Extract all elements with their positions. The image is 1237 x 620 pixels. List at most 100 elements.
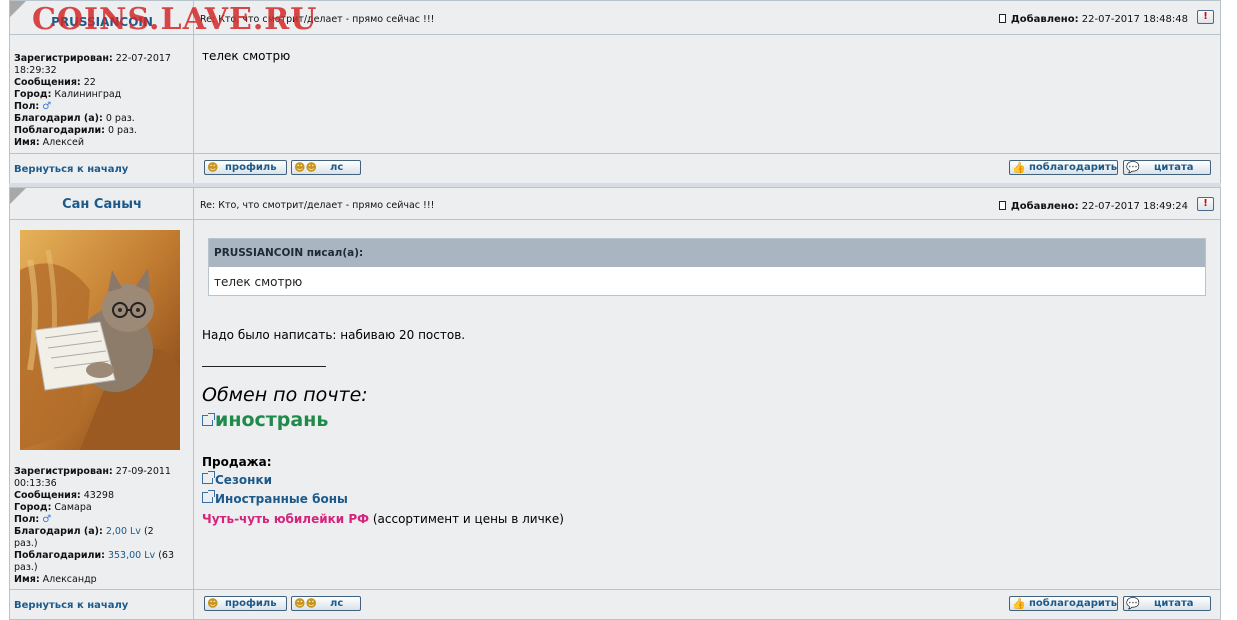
post-footer: Вернуться к началу ☻ профиль ☻☻ лс 👍 поб… — [10, 589, 1220, 619]
report-button[interactable]: ! — [1197, 10, 1214, 24]
seasons-label: Сезонки — [215, 473, 273, 487]
cat-reading-avatar-image — [20, 230, 180, 450]
thanked-value: 0 раз. — [105, 113, 135, 124]
external-link-icon — [202, 413, 215, 426]
footer-left: Вернуться к началу — [10, 154, 194, 183]
city-label: Город: — [14, 502, 52, 513]
registered-label: Зарегистрирован: — [14, 53, 113, 64]
thanked-count-suffix: раз.) — [14, 538, 38, 549]
city-value: Самара — [54, 502, 92, 513]
site-watermark: COINS.LAVE.RU — [32, 2, 318, 37]
city-label: Город: — [14, 89, 52, 100]
added-label: Добавлено: — [1010, 14, 1079, 25]
user-icon: ☻ — [207, 597, 219, 610]
quote-button[interactable]: 💬 цитата — [1123, 596, 1211, 611]
signature-sale-heading: Продажа: — [202, 455, 272, 469]
thank-button[interactable]: 👍 поблагодарить — [1009, 596, 1118, 611]
was-thanked-value: 0 раз. — [107, 125, 137, 136]
pm-button[interactable]: ☻☻ лс — [291, 596, 361, 611]
user-info-column: Зарегистрирован: 22-07-2017 18:29:32 Соо… — [10, 35, 194, 154]
thanked-label: Благодарил (а): — [14, 113, 103, 124]
external-link-icon — [202, 471, 215, 484]
messages-label: Сообщения: — [14, 490, 81, 501]
thank-label: поблагодарить — [1029, 162, 1118, 173]
foreign-banknotes-link[interactable]: Иностранные боны — [202, 490, 348, 506]
document-icon — [998, 14, 1006, 23]
registered-value: 22-07-2017 — [115, 53, 171, 64]
speech-bubble-icon: 💬 — [1126, 597, 1140, 610]
thanked-label: Благодарил (а): — [14, 526, 103, 537]
was-thanked-label: Поблагодарили: — [14, 125, 105, 136]
report-button[interactable]: ! — [1197, 197, 1214, 211]
was-thanked-count: (63 — [158, 550, 174, 561]
back-to-top-link[interactable]: Вернуться к началу — [14, 600, 128, 611]
profile-label: профиль — [225, 162, 277, 173]
messages-value: 43298 — [83, 490, 114, 501]
message-text: Надо было написать: набиваю 20 постов. — [202, 328, 466, 342]
user-info: Зарегистрирован: 22-07-2017 18:29:32 Соо… — [14, 53, 190, 149]
registered-time: 00:13:36 — [14, 478, 57, 489]
post-header: Сан Саныч Re: Кто, что смотрит/делает - … — [10, 188, 1220, 220]
thank-label: поблагодарить — [1029, 598, 1118, 609]
post-body: телек смотрю — [194, 35, 1220, 154]
profile-label: профиль — [225, 598, 277, 609]
pm-button[interactable]: ☻☻ лс — [291, 160, 361, 175]
quote-label: цитата — [1154, 598, 1194, 609]
registered-label: Зарегистрирован: — [14, 466, 113, 477]
added-value: 22-07-2017 18:48:48 — [1081, 14, 1188, 25]
document-icon — [998, 201, 1006, 210]
message-text: телек смотрю — [202, 49, 291, 63]
post-subject: Re: Кто, что смотрит/делает - прямо сейч… — [200, 200, 435, 211]
author-name[interactable]: Сан Саныч — [10, 197, 194, 212]
subject-cell: Re: Кто, что смотрит/делает - прямо сейч… — [194, 188, 1220, 219]
footer-left: Вернуться к началу — [10, 590, 194, 619]
signature-divider — [202, 366, 326, 367]
signature-exchange: Обмен по почте: — [202, 384, 368, 406]
profile-button[interactable]: ☻ профиль — [204, 160, 287, 175]
user-info-column: Зарегистрирован: 27-09-2011 00:13:36 Соо… — [10, 220, 194, 591]
name-value: Алексей — [42, 137, 85, 148]
was-thanked-value-link[interactable]: 353,00 Lv — [108, 550, 155, 561]
added-value: 22-07-2017 18:49:24 — [1081, 201, 1188, 212]
name-label: Имя: — [14, 574, 40, 585]
added-label: Добавлено: — [1010, 201, 1079, 212]
name-value: Александр — [42, 574, 97, 585]
avatar — [20, 230, 180, 450]
subject-cell: Re: Кто, что смотрит/делает - прямо сейч… — [194, 1, 1220, 34]
author-cell: Сан Саныч — [10, 188, 194, 219]
messages-label: Сообщения: — [14, 77, 81, 88]
pm-label: лс — [330, 598, 344, 609]
jubilee-note: (ассортимент и цены в личке) — [369, 512, 564, 526]
post-footer: Вернуться к началу ☻ профиль ☻☻ лс 👍 поб… — [10, 153, 1220, 183]
quote-text: телек смотрю — [214, 275, 303, 289]
name-label: Имя: — [14, 137, 40, 148]
signature-jubilee: Чуть-чуть юбилейки РФ (ассортимент и цен… — [202, 512, 564, 526]
external-link-icon — [202, 490, 215, 503]
thumbs-up-icon: 👍 — [1012, 161, 1026, 174]
jubilee-link[interactable]: Чуть-чуть юбилейки РФ — [202, 512, 369, 526]
foreign-label: инострань — [215, 409, 329, 431]
quote-button[interactable]: 💬 цитата — [1123, 160, 1211, 175]
thumbs-up-icon: 👍 — [1012, 597, 1026, 610]
speech-bubble-icon: 💬 — [1126, 161, 1140, 174]
post-body: PRUSSIANCOIN писал(а): телек смотрю Надо… — [194, 220, 1220, 591]
back-to-top-link[interactable]: Вернуться к началу — [14, 164, 128, 175]
user-icon: ☻ — [207, 161, 219, 174]
seasons-link[interactable]: Сезонки — [202, 471, 273, 487]
gender-label: Пол: — [14, 514, 40, 525]
quote-author: PRUSSIANCOIN писал(а): — [214, 247, 364, 259]
profile-button[interactable]: ☻ профиль — [204, 596, 287, 611]
male-icon: ♂ — [42, 101, 52, 112]
quote-label: цитата — [1154, 162, 1194, 173]
thank-button[interactable]: 👍 поблагодарить — [1009, 160, 1118, 175]
post: Сан Саныч Re: Кто, что смотрит/делает - … — [9, 187, 1221, 620]
foreign-coins-link[interactable]: инострань — [202, 409, 328, 431]
was-thanked-count-suffix: раз.) — [14, 562, 38, 573]
quote-header: PRUSSIANCOIN писал(а): — [209, 239, 1205, 267]
user-info: Зарегистрирован: 27-09-2011 00:13:36 Соо… — [14, 466, 190, 586]
users-icon: ☻☻ — [294, 597, 317, 610]
thanked-value-link[interactable]: 2,00 Lv — [106, 526, 141, 537]
pm-label: лс — [330, 162, 344, 173]
male-icon: ♂ — [42, 514, 52, 525]
post-date: Добавлено: 22-07-2017 18:48:48 — [998, 14, 1188, 25]
